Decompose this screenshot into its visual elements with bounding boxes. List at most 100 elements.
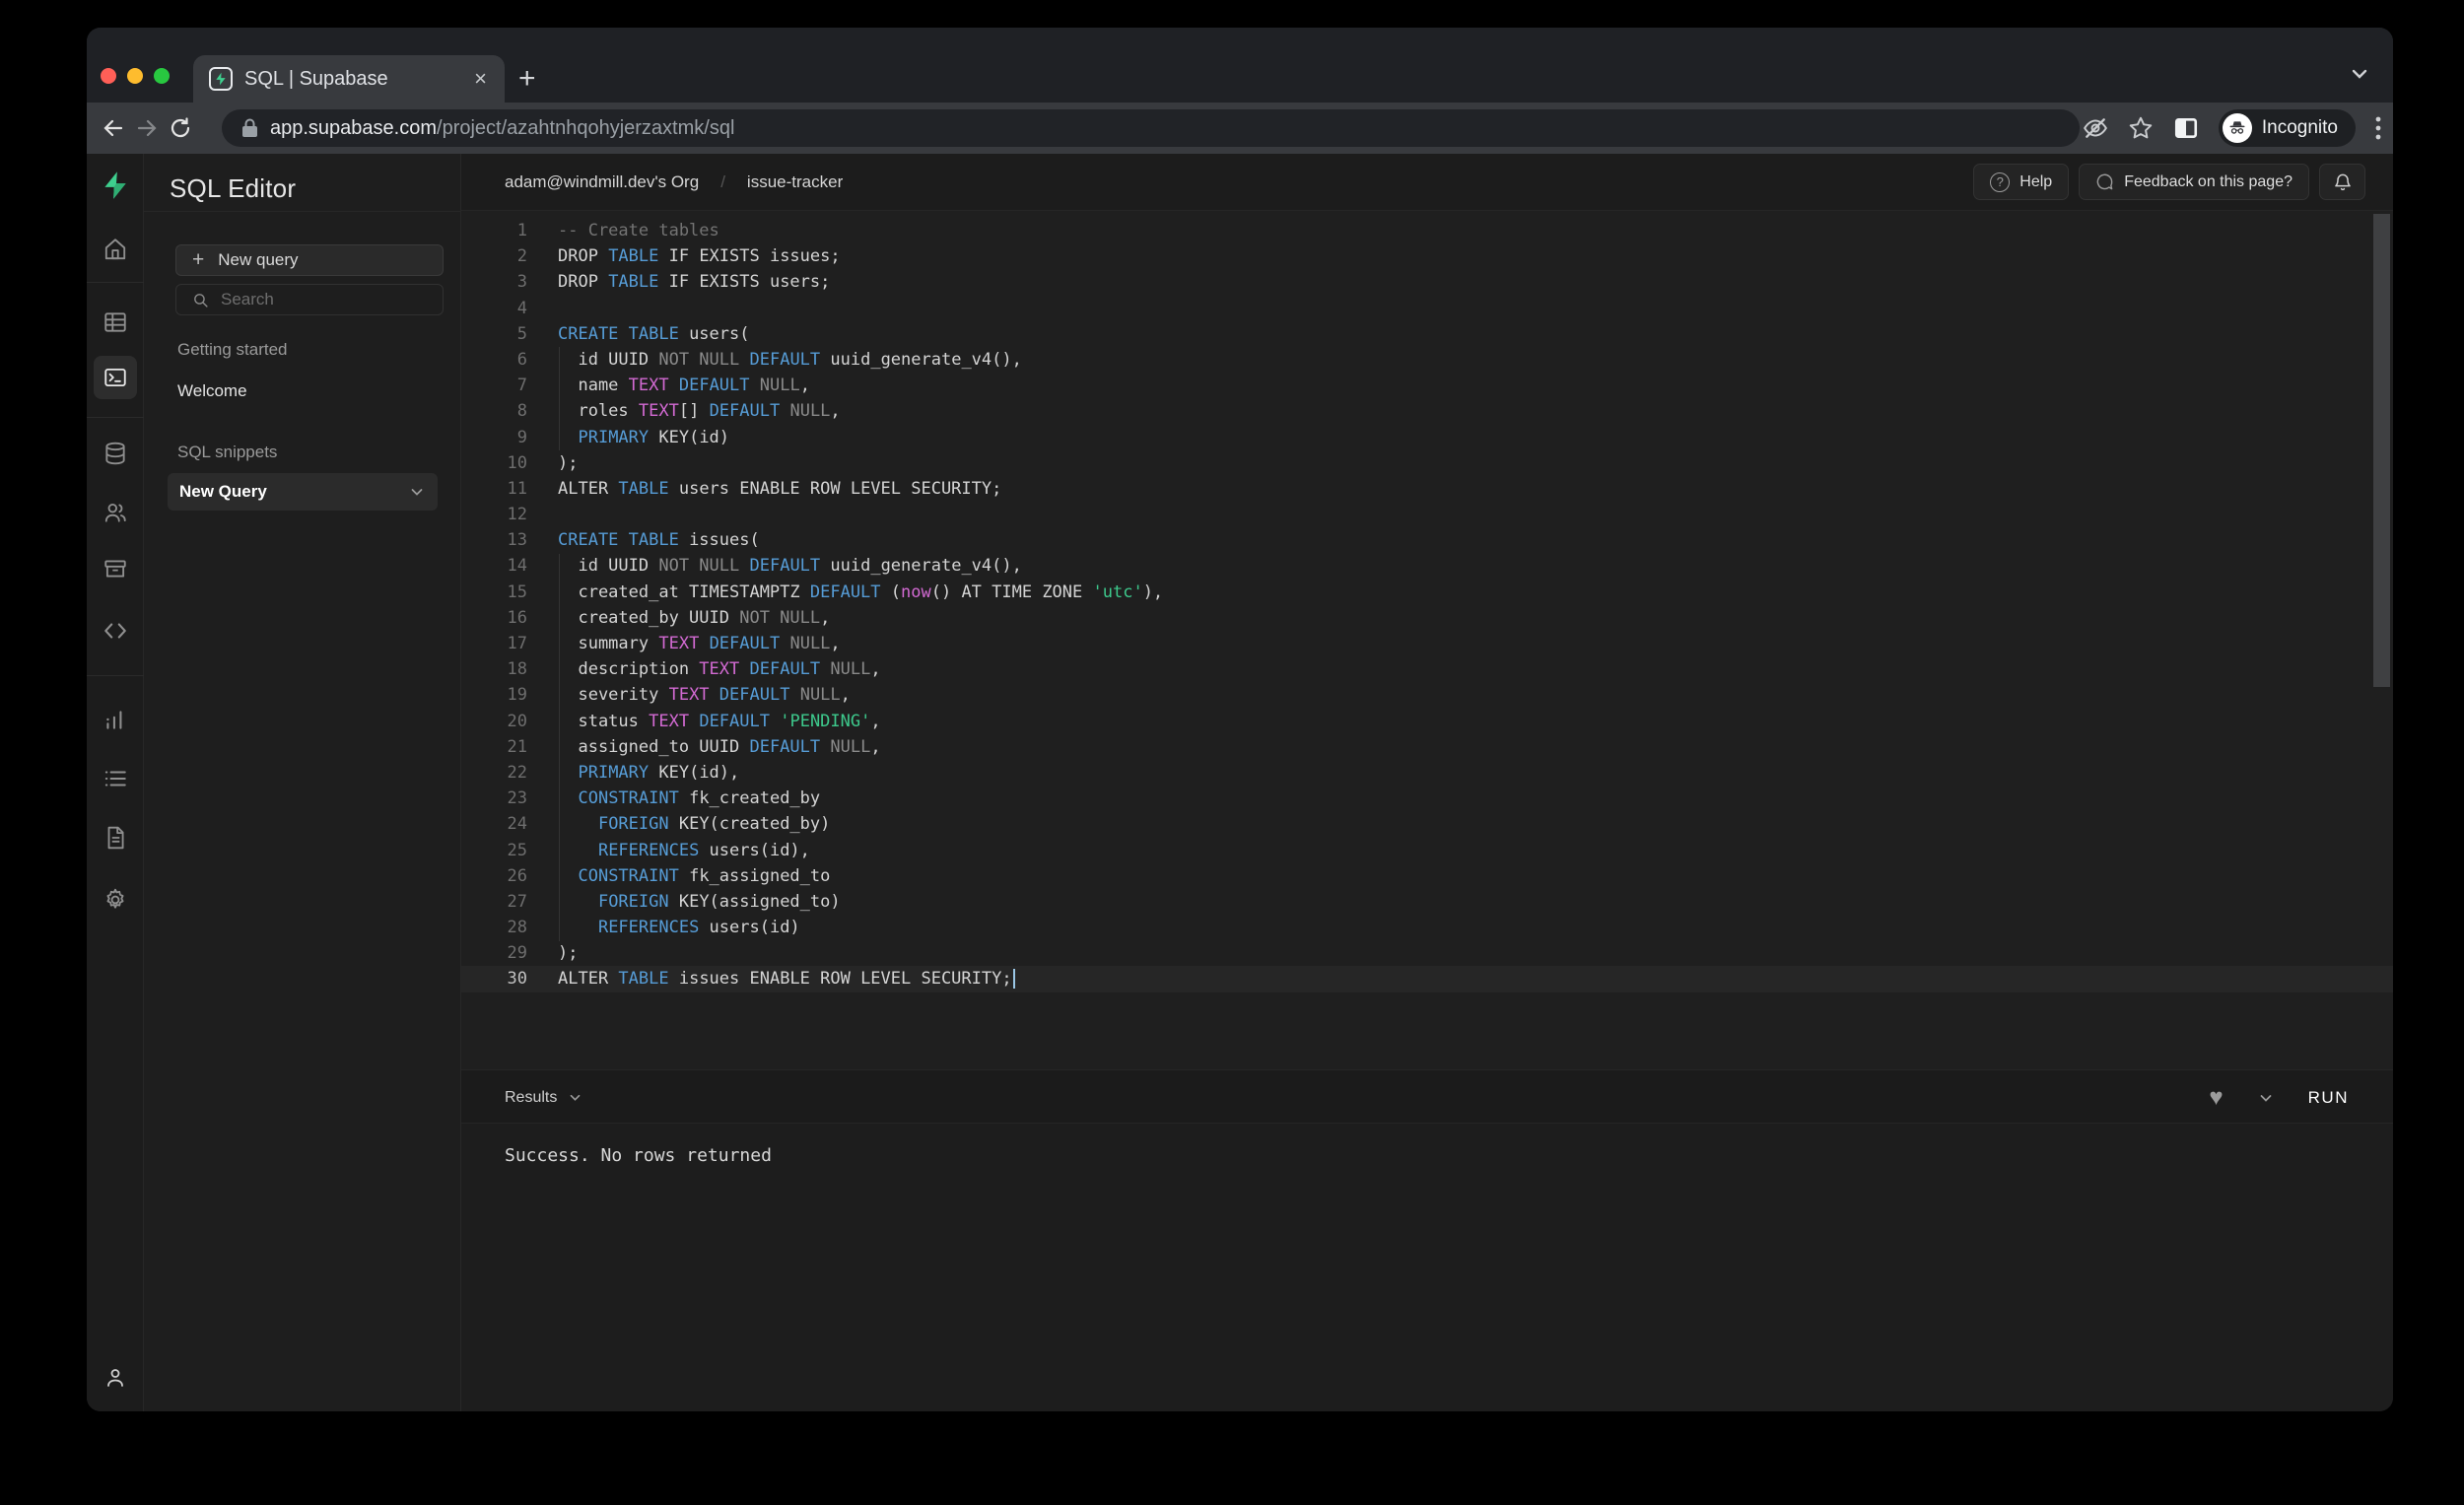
eye-off-icon[interactable] bbox=[2083, 115, 2108, 141]
rail-table-editor-icon[interactable] bbox=[94, 301, 137, 344]
code-line[interactable]: 3DROP TABLE IF EXISTS users; bbox=[461, 269, 2393, 295]
rail-logs-icon[interactable] bbox=[94, 757, 137, 800]
forward-icon[interactable] bbox=[130, 116, 164, 140]
line-number: 30 bbox=[461, 966, 527, 992]
line-number: 4 bbox=[461, 296, 527, 321]
rail-storage-icon[interactable] bbox=[94, 547, 137, 590]
rail-docs-icon[interactable] bbox=[94, 816, 137, 859]
favorite-heart-icon[interactable]: ♥ bbox=[2209, 1084, 2223, 1112]
code-line[interactable]: 10); bbox=[461, 450, 2393, 476]
plus-icon: + bbox=[192, 248, 204, 272]
code-line[interactable]: 9 PRIMARY KEY(id) bbox=[461, 425, 2393, 450]
text-cursor bbox=[1013, 969, 1015, 989]
code-line[interactable]: 15 created_at TIMESTAMPTZ DEFAULT (now()… bbox=[461, 580, 2393, 605]
window-close-button[interactable] bbox=[101, 68, 116, 84]
rail-edge-functions-icon[interactable] bbox=[94, 609, 137, 652]
run-options-chevron-icon[interactable] bbox=[2259, 1093, 2273, 1103]
code-line[interactable]: 4 bbox=[461, 296, 2393, 321]
code-line[interactable]: 2DROP TABLE IF EXISTS issues; bbox=[461, 243, 2393, 269]
url-domain: app.supabase.com bbox=[270, 117, 437, 139]
speech-bubble-icon bbox=[2095, 172, 2114, 191]
address-bar[interactable]: app.supabase.com/project/azahtnhqohyjerz… bbox=[222, 109, 2080, 147]
rail-database-icon[interactable] bbox=[94, 432, 137, 475]
reload-icon[interactable] bbox=[164, 116, 197, 140]
sidebar-item-new-query-snippet[interactable]: New Query bbox=[168, 473, 438, 511]
bookmark-star-icon[interactable] bbox=[2128, 115, 2154, 141]
feedback-button[interactable]: Feedback on this page? bbox=[2079, 164, 2309, 200]
results-panel: Success. No rows returned bbox=[461, 1124, 2393, 1411]
code-line[interactable]: 20 status TEXT DEFAULT 'PENDING', bbox=[461, 709, 2393, 734]
code-line[interactable]: 1-- Create tables bbox=[461, 218, 2393, 243]
code-lines: 1-- Create tables2DROP TABLE IF EXISTS i… bbox=[461, 218, 2393, 992]
tab-close-icon[interactable]: × bbox=[474, 68, 487, 90]
rail-home-icon[interactable] bbox=[94, 228, 137, 271]
code-line[interactable]: 13CREATE TABLE issues( bbox=[461, 527, 2393, 553]
bell-icon bbox=[2333, 171, 2353, 192]
chevron-down-icon bbox=[569, 1093, 582, 1102]
sidebar-item-welcome[interactable]: Welcome bbox=[177, 381, 247, 401]
code-line[interactable]: 25 REFERENCES users(id), bbox=[461, 838, 2393, 863]
search-box[interactable] bbox=[175, 284, 444, 315]
browser-tab[interactable]: SQL | Supabase × bbox=[193, 55, 505, 103]
editor-scrollbar[interactable] bbox=[2373, 214, 2390, 687]
search-input[interactable] bbox=[221, 290, 398, 309]
line-number: 14 bbox=[461, 553, 527, 579]
window-zoom-button[interactable] bbox=[154, 68, 170, 84]
rail-settings-gear-icon[interactable] bbox=[94, 878, 137, 922]
code-line[interactable]: 24 FOREIGN KEY(created_by) bbox=[461, 811, 2393, 837]
code-line[interactable]: 17 summary TEXT DEFAULT NULL, bbox=[461, 631, 2393, 656]
incognito-badge: Incognito bbox=[2219, 109, 2356, 147]
new-tab-icon[interactable]: + bbox=[518, 65, 536, 93]
new-query-button[interactable]: + New query bbox=[175, 244, 444, 276]
code-line[interactable]: 6 id UUID NOT NULL DEFAULT uuid_generate… bbox=[461, 347, 2393, 373]
new-query-button-label: New query bbox=[218, 250, 298, 270]
code-line[interactable]: 23 CONSTRAINT fk_created_by bbox=[461, 786, 2393, 811]
supabase-logo[interactable] bbox=[94, 164, 137, 207]
line-number: 17 bbox=[461, 631, 527, 656]
code-line[interactable]: 16 created_by UUID NOT NULL, bbox=[461, 605, 2393, 631]
window-minimize-button[interactable] bbox=[127, 68, 143, 84]
breadcrumb-project[interactable]: issue-tracker bbox=[747, 172, 843, 192]
rail-sql-editor-icon[interactable] bbox=[94, 356, 137, 399]
side-panel-icon[interactable] bbox=[2173, 115, 2199, 141]
supabase-app: SQL Editor + New query Getting started W… bbox=[87, 154, 2393, 1411]
code-line[interactable]: 28 REFERENCES users(id) bbox=[461, 915, 2393, 940]
code-line[interactable]: 21 assigned_to UUID DEFAULT NULL, bbox=[461, 734, 2393, 760]
code-line[interactable]: 14 id UUID NOT NULL DEFAULT uuid_generat… bbox=[461, 553, 2393, 579]
chevron-down-icon[interactable] bbox=[410, 487, 424, 497]
code-line[interactable]: 29); bbox=[461, 940, 2393, 966]
breadcrumb-org[interactable]: adam@windmill.dev's Org bbox=[505, 172, 699, 192]
code-line[interactable]: 22 PRIMARY KEY(id), bbox=[461, 760, 2393, 786]
code-line[interactable]: 30ALTER TABLE issues ENABLE ROW LEVEL SE… bbox=[461, 966, 2393, 992]
line-number: 3 bbox=[461, 269, 527, 295]
code-line[interactable]: 19 severity TEXT DEFAULT NULL, bbox=[461, 682, 2393, 708]
rail-account-icon[interactable] bbox=[94, 1356, 137, 1400]
code-line[interactable]: 5CREATE TABLE users( bbox=[461, 321, 2393, 347]
code-line[interactable]: 7 name TEXT DEFAULT NULL, bbox=[461, 373, 2393, 398]
code-line[interactable]: 12 bbox=[461, 502, 2393, 527]
line-number: 20 bbox=[461, 709, 527, 734]
code-line[interactable]: 18 description TEXT DEFAULT NULL, bbox=[461, 656, 2393, 682]
line-number: 16 bbox=[461, 605, 527, 631]
rail-reports-icon[interactable] bbox=[94, 698, 137, 741]
tab-search-chevron-icon[interactable] bbox=[2350, 67, 2369, 81]
back-icon[interactable] bbox=[97, 116, 130, 140]
line-number: 29 bbox=[461, 940, 527, 966]
notifications-button[interactable] bbox=[2319, 164, 2365, 200]
code-line[interactable]: 8 roles TEXT[] DEFAULT NULL, bbox=[461, 398, 2393, 424]
code-line[interactable]: 26 CONSTRAINT fk_assigned_to bbox=[461, 863, 2393, 889]
code-line[interactable]: 27 FOREIGN KEY(assigned_to) bbox=[461, 889, 2393, 915]
rail-auth-users-icon[interactable] bbox=[94, 491, 137, 534]
results-toggle[interactable]: Results bbox=[505, 1070, 582, 1125]
code-line[interactable]: 11ALTER TABLE users ENABLE ROW LEVEL SEC… bbox=[461, 476, 2393, 502]
lock-icon[interactable] bbox=[241, 118, 258, 138]
sql-code-editor[interactable]: 1-- Create tables2DROP TABLE IF EXISTS i… bbox=[461, 211, 2393, 1069]
results-label: Results bbox=[505, 1089, 557, 1107]
run-button[interactable]: RUN bbox=[2308, 1088, 2349, 1108]
page-title: SQL Editor bbox=[170, 173, 296, 204]
breadcrumb: adam@windmill.dev's Org / issue-tracker bbox=[505, 154, 843, 211]
incognito-label: Incognito bbox=[2262, 117, 2338, 139]
line-number: 9 bbox=[461, 425, 527, 450]
menu-dots-icon[interactable] bbox=[2375, 115, 2381, 141]
help-button[interactable]: ? Help bbox=[1973, 164, 2069, 200]
